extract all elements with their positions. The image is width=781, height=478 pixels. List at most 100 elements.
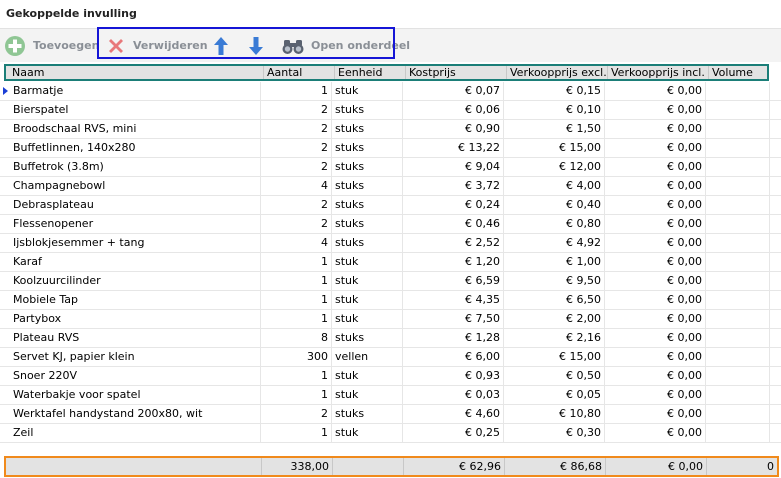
- cell-verkoopprijs-excl[interactable]: € 9,50: [504, 272, 605, 290]
- cell-kostprijs[interactable]: € 0,93: [403, 367, 504, 385]
- cell-eenheid[interactable]: stuk: [332, 272, 403, 290]
- cell-naam[interactable]: Karaf: [10, 253, 261, 271]
- cell-kostprijs[interactable]: € 0,03: [403, 386, 504, 404]
- column-header-verkoopprijs-incl[interactable]: Verkoopprijs incl.: [608, 66, 709, 79]
- cell-aantal[interactable]: 1: [261, 272, 332, 290]
- cell-volume[interactable]: [706, 386, 770, 404]
- cell-volume[interactable]: [706, 272, 770, 290]
- cell-eenheid[interactable]: stuk: [332, 253, 403, 271]
- cell-aantal[interactable]: 300: [261, 348, 332, 366]
- table-row[interactable]: Buffetrok (3.8m) 2 stuks € 9,04 € 12,00 € 0,0…: [0, 158, 781, 177]
- cell-volume[interactable]: [706, 120, 770, 138]
- cell-kostprijs[interactable]: € 9,04: [403, 158, 504, 176]
- cell-kostprijs[interactable]: € 0,90: [403, 120, 504, 138]
- cell-eenheid[interactable]: stuks: [332, 215, 403, 233]
- cell-naam[interactable]: Plateau RVS: [10, 329, 261, 347]
- cell-naam[interactable]: Waterbakje voor spatel: [10, 386, 261, 404]
- cell-volume[interactable]: [706, 253, 770, 271]
- cell-naam[interactable]: Flessenopener: [10, 215, 261, 233]
- cell-kostprijs[interactable]: € 2,52: [403, 234, 504, 252]
- cell-eenheid[interactable]: stuks: [332, 405, 403, 423]
- cell-naam[interactable]: Buffetlinnen, 140x280: [10, 139, 261, 157]
- cell-verkoopprijs-excl[interactable]: € 2,16: [504, 329, 605, 347]
- cell-verkoopprijs-incl[interactable]: € 0,00: [605, 82, 706, 100]
- table-row[interactable]: Bierspatel 2 stuks € 0,06 € 0,10 € 0,00: [0, 101, 781, 120]
- cell-kostprijs[interactable]: € 0,24: [403, 196, 504, 214]
- cell-eenheid[interactable]: stuks: [332, 120, 403, 138]
- cell-volume[interactable]: [706, 367, 770, 385]
- cell-verkoopprijs-incl[interactable]: € 0,00: [605, 253, 706, 271]
- cell-verkoopprijs-incl[interactable]: € 0,00: [605, 310, 706, 328]
- cell-kostprijs[interactable]: € 0,07: [403, 82, 504, 100]
- cell-volume[interactable]: [706, 234, 770, 252]
- table-row[interactable]: Flessenopener 2 stuks € 0,46 € 0,80 € 0,00: [0, 215, 781, 234]
- cell-aantal[interactable]: 1: [261, 310, 332, 328]
- table-row[interactable]: Servet KJ, papier klein 300 vellen € 6,00 € …: [0, 348, 781, 367]
- cell-volume[interactable]: [706, 348, 770, 366]
- cell-naam[interactable]: Partybox: [10, 310, 261, 328]
- cell-naam[interactable]: Bierspatel: [10, 101, 261, 119]
- table-row[interactable]: Koolzuurcilinder 1 stuk € 6,59 € 9,50 € 0,00: [0, 272, 781, 291]
- cell-volume[interactable]: [706, 405, 770, 423]
- cell-eenheid[interactable]: stuks: [332, 158, 403, 176]
- cell-volume[interactable]: [706, 291, 770, 309]
- cell-aantal[interactable]: 1: [261, 386, 332, 404]
- cell-aantal[interactable]: 2: [261, 405, 332, 423]
- cell-verkoopprijs-incl[interactable]: € 0,00: [605, 367, 706, 385]
- column-header-eenheid[interactable]: Eenheid: [335, 66, 406, 79]
- table-row[interactable]: Karaf 1 stuk € 1,20 € 1,00 € 0,00: [0, 253, 781, 272]
- cell-aantal[interactable]: 1: [261, 291, 332, 309]
- column-header-kostprijs[interactable]: Kostprijs: [406, 66, 507, 79]
- cell-verkoopprijs-excl[interactable]: € 10,80: [504, 405, 605, 423]
- cell-kostprijs[interactable]: € 3,72: [403, 177, 504, 195]
- cell-aantal[interactable]: 4: [261, 234, 332, 252]
- cell-verkoopprijs-incl[interactable]: € 0,00: [605, 291, 706, 309]
- cell-aantal[interactable]: 1: [261, 82, 332, 100]
- table-row[interactable]: Zeil 1 stuk € 0,25 € 0,30 € 0,00: [0, 424, 781, 443]
- cell-kostprijs[interactable]: € 13,22: [403, 139, 504, 157]
- cell-verkoopprijs-incl[interactable]: € 0,00: [605, 234, 706, 252]
- column-header-verkoopprijs-excl[interactable]: Verkoopprijs excl.: [507, 66, 608, 79]
- cell-verkoopprijs-excl[interactable]: € 1,00: [504, 253, 605, 271]
- cell-naam[interactable]: Zeil: [10, 424, 261, 442]
- table-row[interactable]: Ijsblokjesemmer + tang 4 stuks € 2,52 € 4,92…: [0, 234, 781, 253]
- cell-naam[interactable]: Mobiele Tap: [10, 291, 261, 309]
- cell-volume[interactable]: [706, 139, 770, 157]
- cell-kostprijs[interactable]: € 1,20: [403, 253, 504, 271]
- cell-naam[interactable]: Champagnebowl: [10, 177, 261, 195]
- cell-naam[interactable]: Barmatje: [10, 82, 261, 100]
- cell-eenheid[interactable]: stuks: [332, 139, 403, 157]
- cell-verkoopprijs-incl[interactable]: € 0,00: [605, 215, 706, 233]
- cell-volume[interactable]: [706, 101, 770, 119]
- cell-verkoopprijs-incl[interactable]: € 0,00: [605, 196, 706, 214]
- cell-naam[interactable]: Ijsblokjesemmer + tang: [10, 234, 261, 252]
- cell-eenheid[interactable]: stuk: [332, 82, 403, 100]
- cell-verkoopprijs-incl[interactable]: € 0,00: [605, 272, 706, 290]
- cell-aantal[interactable]: 1: [261, 367, 332, 385]
- cell-eenheid[interactable]: stuk: [332, 424, 403, 442]
- cell-volume[interactable]: [706, 177, 770, 195]
- cell-naam[interactable]: Servet KJ, papier klein: [10, 348, 261, 366]
- cell-kostprijs[interactable]: € 6,00: [403, 348, 504, 366]
- cell-verkoopprijs-incl[interactable]: € 0,00: [605, 158, 706, 176]
- column-header-naam[interactable]: Naam: [9, 66, 264, 79]
- cell-kostprijs[interactable]: € 0,06: [403, 101, 504, 119]
- cell-verkoopprijs-incl[interactable]: € 0,00: [605, 348, 706, 366]
- cell-volume[interactable]: [706, 424, 770, 442]
- cell-aantal[interactable]: 2: [261, 139, 332, 157]
- column-header-aantal[interactable]: Aantal: [264, 66, 335, 79]
- cell-volume[interactable]: [706, 329, 770, 347]
- cell-kostprijs[interactable]: € 4,60: [403, 405, 504, 423]
- cell-naam[interactable]: Snoer 220V: [10, 367, 261, 385]
- cell-eenheid[interactable]: stuks: [332, 234, 403, 252]
- cell-verkoopprijs-excl[interactable]: € 0,10: [504, 101, 605, 119]
- cell-naam[interactable]: Buffetrok (3.8m): [10, 158, 261, 176]
- cell-eenheid[interactable]: vellen: [332, 348, 403, 366]
- table-row[interactable]: Werktafel handystand 200x80, wit 2 stuks € …: [0, 405, 781, 424]
- cell-aantal[interactable]: 2: [261, 215, 332, 233]
- cell-volume[interactable]: [706, 158, 770, 176]
- cell-naam[interactable]: Werktafel handystand 200x80, wit: [10, 405, 261, 423]
- cell-eenheid[interactable]: stuks: [332, 101, 403, 119]
- table-row[interactable]: Debrasplateau 2 stuks € 0,24 € 0,40 € 0,00: [0, 196, 781, 215]
- cell-naam[interactable]: Broodschaal RVS, mini: [10, 120, 261, 138]
